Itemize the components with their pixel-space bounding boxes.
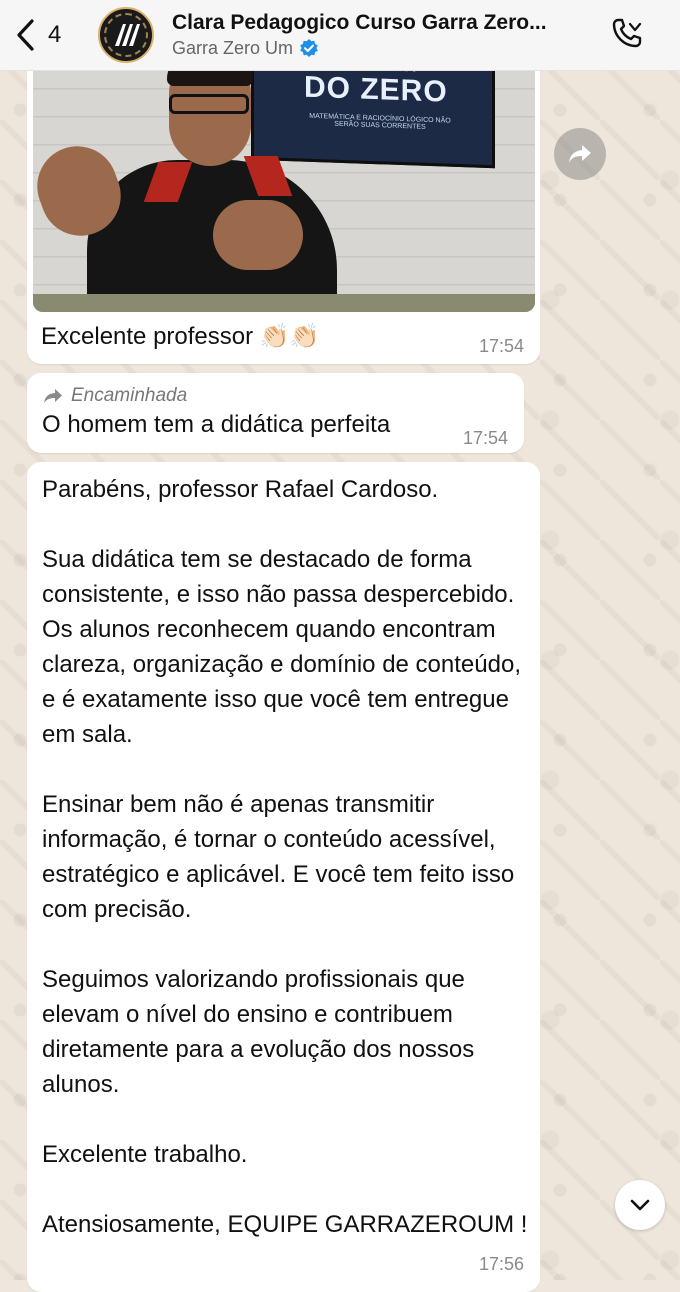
forwarded-label-row: Encaminhada — [43, 385, 187, 407]
tv-subtitle: MATEMÁTICA E RACIOCÍNIO LÓGICO NÃO SERÃO… — [309, 112, 451, 131]
message-bubble-forwarded[interactable]: Encaminhada O homem tem a didática perfe… — [27, 373, 524, 453]
message-photo[interactable]: MATEMÁTICA DO ZERO MATEMÁTICA E RACIOCÍN… — [33, 50, 535, 312]
chat-title: Clara Pedagogico Curso Garra Zero... — [172, 11, 547, 34]
chevron-down-icon — [628, 22, 642, 32]
scroll-to-bottom-button[interactable] — [615, 1180, 665, 1230]
forward-message-button[interactable] — [554, 128, 606, 180]
forward-arrow-icon — [569, 145, 591, 163]
chevron-down-icon — [630, 1199, 650, 1211]
unread-count: 4 — [48, 21, 62, 48]
message-text: Parabéns, professor Rafael Cardoso. Sua … — [42, 476, 528, 1238]
message-bubble-image[interactable]: MATEMÁTICA DO ZERO MATEMÁTICA E RACIOCÍN… — [27, 44, 540, 364]
chat-subtitle: Garra Zero Um — [172, 38, 294, 58]
back-button[interactable]: 4 — [14, 14, 61, 56]
forwarded-label: Encaminhada — [71, 385, 188, 406]
message-text: O homem tem a didática perfeita — [42, 411, 391, 438]
chat-subtitle-row: Garra Zero Um — [172, 36, 582, 60]
photo-desk — [33, 294, 535, 312]
message-time: 17:54 — [478, 336, 524, 356]
chat-title-block[interactable]: Clara Pedagogico Curso Garra Zero... Gar… — [172, 10, 582, 60]
message-time: 17:56 — [478, 1254, 524, 1274]
message-bubble-text[interactable]: Parabéns, professor Rafael Cardoso. Sua … — [27, 462, 540, 1292]
photo-hand-right — [213, 200, 303, 270]
forwarded-arrow-icon — [44, 389, 62, 403]
call-button[interactable] — [580, 0, 680, 70]
group-avatar[interactable] — [98, 7, 154, 63]
chevron-left-icon — [17, 19, 34, 51]
message-caption: Excelente professor 👏🏻👏🏻 — [41, 323, 320, 350]
avatar-ring — [104, 13, 148, 57]
message-time: 17:54 — [462, 428, 508, 448]
verified-badge-icon — [300, 39, 318, 57]
chat-header: 4 Clara Pedagogico Curso Garra Zero... G… — [0, 0, 680, 71]
tv-title-line2: DO ZERO — [304, 70, 448, 109]
photo-person-glasses — [169, 94, 249, 114]
